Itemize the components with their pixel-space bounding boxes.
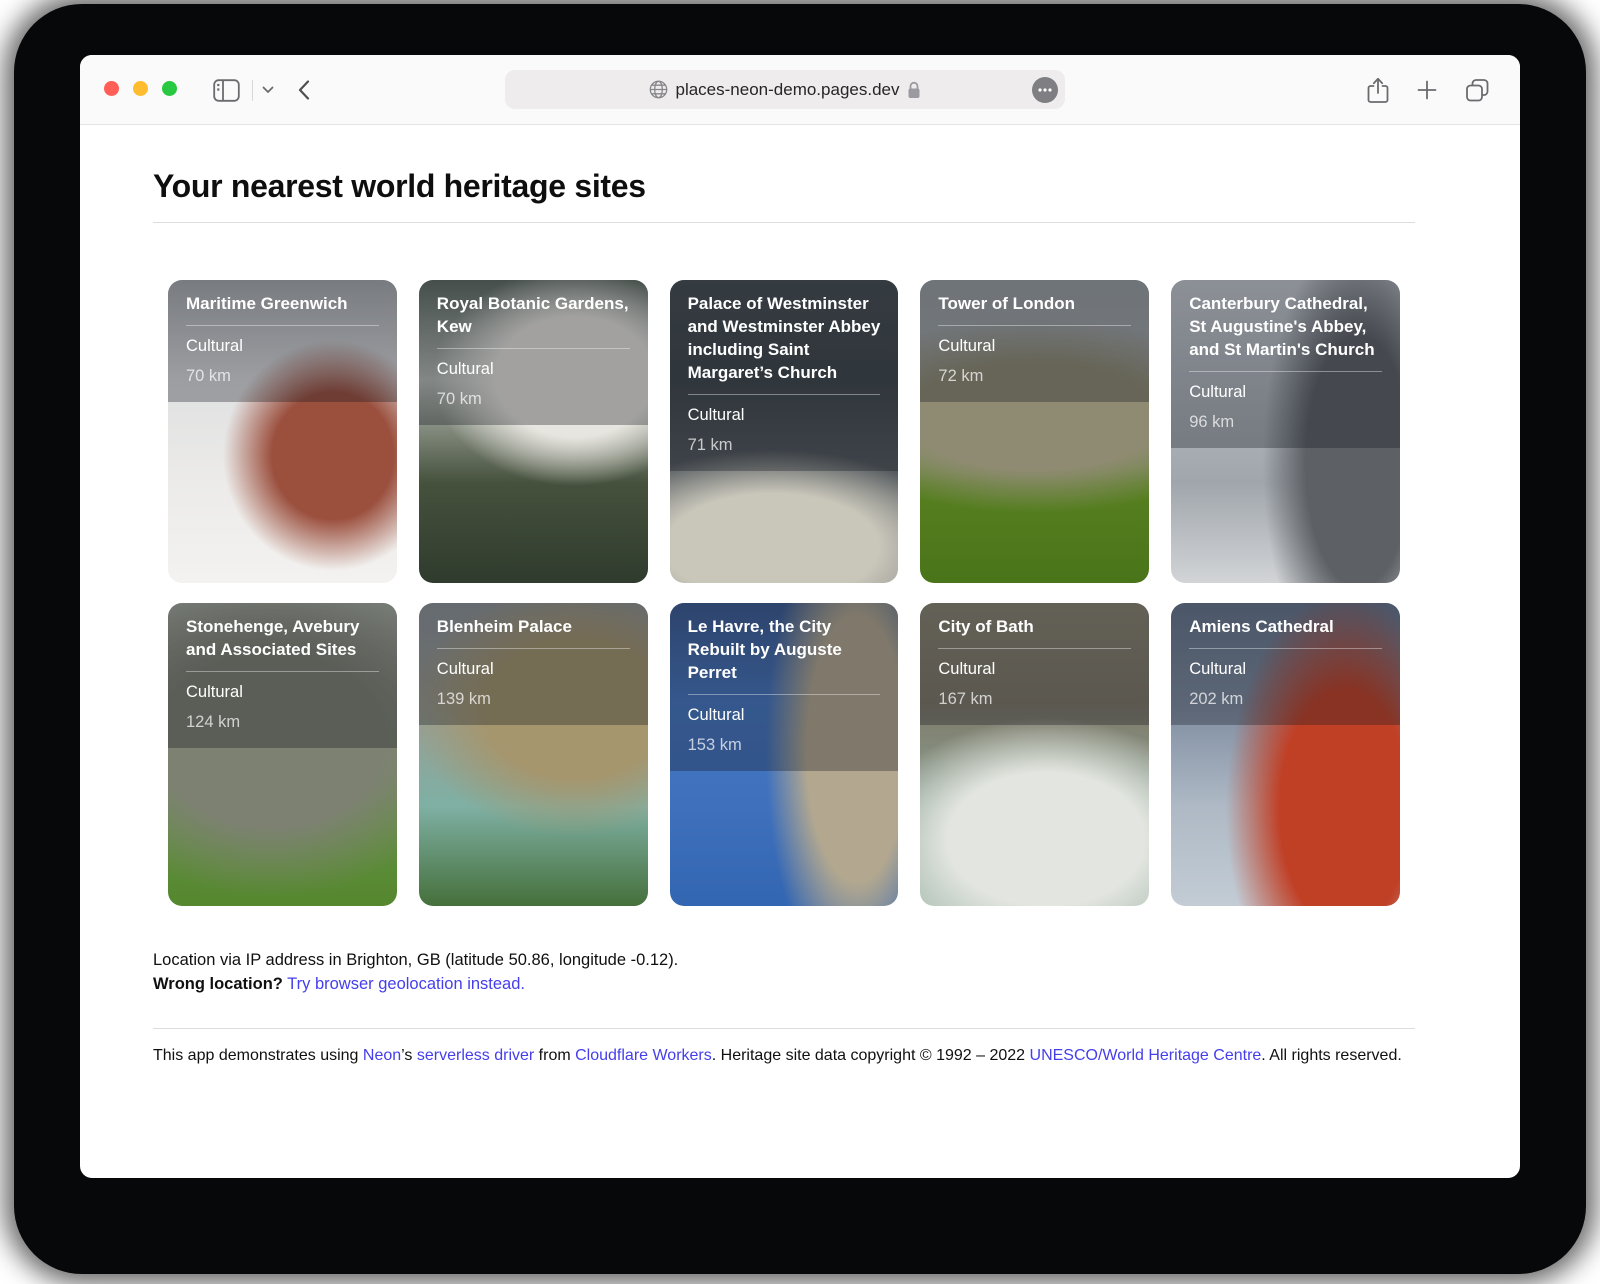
page-menu-button[interactable] bbox=[1032, 77, 1058, 103]
title-divider bbox=[153, 222, 1415, 223]
new-tab-button[interactable] bbox=[1417, 80, 1437, 100]
site-distance: 124 km bbox=[186, 711, 379, 733]
card-text-overlay: Palace of Westminster and Westminster Ab… bbox=[670, 280, 899, 471]
browser-window: places-neon-demo.pages.dev bbox=[80, 55, 1520, 1178]
card-text-overlay: Stonehenge, Avebury and Associated Sites… bbox=[168, 603, 397, 748]
site-distance: 70 km bbox=[437, 388, 630, 410]
share-button[interactable] bbox=[1367, 77, 1389, 104]
site-distance: 71 km bbox=[688, 434, 881, 456]
close-button[interactable] bbox=[104, 81, 119, 96]
site-category: Cultural bbox=[938, 658, 1131, 680]
site-name: City of Bath bbox=[938, 616, 1131, 649]
browser-toolbar: places-neon-demo.pages.dev bbox=[80, 55, 1520, 125]
site-name: Blenheim Palace bbox=[437, 616, 630, 649]
footer-text: This app demonstrates using Neon’s serve… bbox=[153, 1044, 1415, 1068]
plus-icon bbox=[1417, 80, 1437, 100]
window-controls bbox=[104, 81, 177, 96]
lock-icon bbox=[907, 81, 921, 99]
tab-overview-button[interactable] bbox=[1465, 78, 1490, 103]
footer-text-segment: from bbox=[534, 1047, 575, 1064]
globe-icon bbox=[649, 80, 668, 99]
site-distance: 70 km bbox=[186, 365, 379, 387]
footer-divider bbox=[153, 1028, 1415, 1029]
back-button[interactable] bbox=[298, 55, 310, 125]
site-category: Cultural bbox=[186, 681, 379, 703]
heritage-site-card: Le Havre, the City Rebuilt by Auguste Pe… bbox=[670, 603, 899, 906]
sidebar-toggle-button[interactable] bbox=[213, 55, 240, 125]
site-category: Cultural bbox=[688, 404, 881, 426]
card-text-overlay: City of Bath Cultural 167 km bbox=[920, 603, 1149, 725]
site-name: Maritime Greenwich bbox=[186, 293, 379, 326]
zoom-button[interactable] bbox=[162, 81, 177, 96]
heritage-site-card: Blenheim Palace Cultural 139 km bbox=[419, 603, 648, 906]
footer-text-segment: This app demonstrates using bbox=[153, 1047, 363, 1064]
footer-text-segment: . Heritage site data copyright © 1992 – … bbox=[712, 1047, 1030, 1064]
card-text-overlay: Tower of London Cultural 72 km bbox=[920, 280, 1149, 402]
card-text-overlay: Royal Botanic Gardens, Kew Cultural 70 k… bbox=[419, 280, 648, 425]
site-category: Cultural bbox=[688, 704, 881, 726]
site-category: Cultural bbox=[437, 358, 630, 380]
site-distance: 96 km bbox=[1189, 411, 1382, 433]
heritage-site-card: Palace of Westminster and Westminster Ab… bbox=[670, 280, 899, 583]
site-category: Cultural bbox=[1189, 658, 1382, 680]
heritage-grid: Maritime Greenwich Cultural 70 km Royal … bbox=[168, 280, 1400, 906]
minimize-button[interactable] bbox=[133, 81, 148, 96]
site-name: Le Havre, the City Rebuilt by Auguste Pe… bbox=[688, 616, 881, 695]
geolocation-link[interactable]: Try browser geolocation instead. bbox=[287, 975, 525, 993]
card-text-overlay: Maritime Greenwich Cultural 70 km bbox=[168, 280, 397, 402]
card-text-overlay: Canterbury Cathedral, St Augustine's Abb… bbox=[1171, 280, 1400, 448]
footer-text-segment: . All rights reserved. bbox=[1261, 1047, 1402, 1064]
site-category: Cultural bbox=[437, 658, 630, 680]
location-note: Location via IP address in Brighton, GB … bbox=[153, 948, 1415, 997]
heritage-site-card: Amiens Cathedral Cultural 202 km bbox=[1171, 603, 1400, 906]
page-title: Your nearest world heritage sites bbox=[153, 168, 1415, 205]
site-name: Royal Botanic Gardens, Kew bbox=[437, 293, 630, 349]
heritage-site-card: Tower of London Cultural 72 km bbox=[920, 280, 1149, 583]
site-name: Amiens Cathedral bbox=[1189, 616, 1382, 649]
ellipsis-icon bbox=[1038, 88, 1052, 92]
heritage-site-card: Royal Botanic Gardens, Kew Cultural 70 k… bbox=[419, 280, 648, 583]
share-icon bbox=[1367, 77, 1389, 104]
tabs-icon bbox=[1465, 78, 1490, 103]
site-name: Canterbury Cathedral, St Augustine's Abb… bbox=[1189, 293, 1382, 372]
site-distance: 153 km bbox=[688, 734, 881, 756]
footer-link[interactable]: UNESCO/World Heritage Centre bbox=[1030, 1047, 1262, 1064]
site-distance: 72 km bbox=[938, 365, 1131, 387]
heritage-site-card: Stonehenge, Avebury and Associated Sites… bbox=[168, 603, 397, 906]
page-content: Your nearest world heritage sites Mariti… bbox=[80, 168, 1415, 1067]
url-text: places-neon-demo.pages.dev bbox=[676, 80, 900, 100]
sidebar-icon bbox=[213, 79, 240, 102]
site-name: Palace of Westminster and Westminster Ab… bbox=[688, 293, 881, 395]
card-text-overlay: Amiens Cathedral Cultural 202 km bbox=[1171, 603, 1400, 725]
site-distance: 167 km bbox=[938, 688, 1131, 710]
site-name: Stonehenge, Avebury and Associated Sites bbox=[186, 616, 379, 672]
site-distance: 202 km bbox=[1189, 688, 1382, 710]
location-text: Location via IP address in Brighton, GB … bbox=[153, 951, 678, 969]
card-text-overlay: Blenheim Palace Cultural 139 km bbox=[419, 603, 648, 725]
footer-text-segment: ’s bbox=[401, 1047, 417, 1064]
site-category: Cultural bbox=[1189, 381, 1382, 403]
site-category: Cultural bbox=[186, 335, 379, 357]
card-text-overlay: Le Havre, the City Rebuilt by Auguste Pe… bbox=[670, 603, 899, 771]
back-chevron-icon bbox=[298, 80, 310, 100]
site-distance: 139 km bbox=[437, 688, 630, 710]
site-category: Cultural bbox=[938, 335, 1131, 357]
chevron-down-icon bbox=[262, 86, 274, 94]
heritage-site-card: Canterbury Cathedral, St Augustine's Abb… bbox=[1171, 280, 1400, 583]
wrong-location-label: Wrong location? bbox=[153, 975, 283, 993]
sidebar-menu-button[interactable] bbox=[262, 55, 274, 125]
heritage-site-card: City of Bath Cultural 167 km bbox=[920, 603, 1149, 906]
footer-link[interactable]: Neon bbox=[363, 1047, 401, 1064]
toolbar-divider bbox=[252, 80, 253, 101]
footer-link[interactable]: serverless driver bbox=[417, 1047, 534, 1064]
address-bar[interactable]: places-neon-demo.pages.dev bbox=[505, 70, 1065, 109]
site-name: Tower of London bbox=[938, 293, 1131, 326]
footer-link[interactable]: Cloudflare Workers bbox=[575, 1047, 712, 1064]
heritage-site-card: Maritime Greenwich Cultural 70 km bbox=[168, 280, 397, 583]
